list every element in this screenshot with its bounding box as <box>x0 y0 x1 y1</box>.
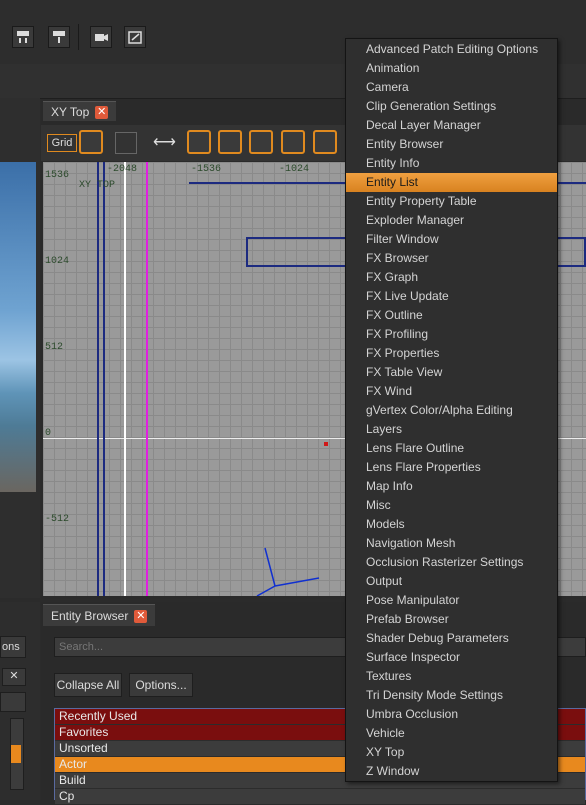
tick-label-x: -1024 <box>279 164 310 175</box>
tab-xy-top[interactable]: XY Top ✕ <box>43 101 117 121</box>
menu-item[interactable]: Surface Inspector <box>346 648 557 667</box>
menu-item[interactable]: Navigation Mesh <box>346 534 557 553</box>
search-placeholder: Search... <box>59 641 104 653</box>
brush-edge-line <box>103 162 105 596</box>
tab-label: Entity Browser <box>51 609 129 623</box>
menu-item[interactable]: Advanced Patch Editing Options <box>346 40 557 59</box>
filter-dropdown[interactable] <box>0 692 26 712</box>
menu-item[interactable]: FX Graph <box>346 268 557 287</box>
grid-toggle-button[interactable]: Grid <box>47 134 77 152</box>
edit-window-icon <box>128 31 142 44</box>
windows-dropdown-menu: Advanced Patch Editing Options Animation… <box>345 38 558 782</box>
menu-item[interactable]: FX Wind <box>346 382 557 401</box>
abc-button[interactable] <box>187 130 211 154</box>
menu-item[interactable]: FX Properties <box>346 344 557 363</box>
menu-item[interactable]: Map Info <box>346 477 557 496</box>
camera-icon <box>95 34 108 41</box>
collapse-all-button[interactable]: Collapse All <box>54 673 122 697</box>
menu-item[interactable]: Filter Window <box>346 230 557 249</box>
menu-item[interactable]: Textures <box>346 667 557 686</box>
menu-item[interactable]: Camera <box>346 78 557 97</box>
patch-up-icon <box>53 31 65 43</box>
scrollbar-thumb[interactable] <box>11 745 21 763</box>
menu-item[interactable]: Occlusion Rasterizer Settings <box>346 553 557 572</box>
grid-label: Grid <box>51 137 73 149</box>
collapse-all-label: Collapse All <box>56 678 120 692</box>
menu-item[interactable]: Layers <box>346 420 557 439</box>
menu-item[interactable]: Decal Layer Manager <box>346 116 557 135</box>
toolbar-separator <box>78 24 79 50</box>
grid-size-dropdown[interactable] <box>115 132 137 154</box>
magenta-guide-line <box>146 162 148 596</box>
menu-item[interactable]: XY Top <box>346 743 557 762</box>
flip-button[interactable]: ⟷ <box>153 133 176 153</box>
patch-up-button[interactable] <box>48 26 70 48</box>
patch-down-button[interactable] <box>12 26 34 48</box>
perspective-sky-image <box>0 162 36 492</box>
clear-button[interactable]: ✕ <box>2 668 26 686</box>
viewport-label: XY TOP <box>79 180 116 191</box>
menu-item[interactable]: Pose Manipulator <box>346 591 557 610</box>
tick-label-y: 0 <box>45 428 52 439</box>
brush-edge-line <box>97 162 99 596</box>
menu-item[interactable]: gVertex Color/Alpha Editing <box>346 401 557 420</box>
menu-item[interactable]: FX Browser <box>346 249 557 268</box>
options-button[interactable]: Options... <box>129 673 193 697</box>
menu-item[interactable]: Animation <box>346 59 557 78</box>
menu-item[interactable]: Exploder Manager <box>346 211 557 230</box>
menu-item[interactable]: Misc <box>346 496 557 515</box>
menu-item[interactable]: Shader Debug Parameters <box>346 629 557 648</box>
menu-item[interactable]: Lens Flare Properties <box>346 458 557 477</box>
left-bottom-panel: ons ✕ <box>0 602 40 800</box>
edit-button[interactable] <box>313 130 337 154</box>
menu-item[interactable]: FX Table View <box>346 363 557 382</box>
tick-label-y: 1536 <box>45 170 70 181</box>
patch-down-icon <box>17 31 29 43</box>
tab-label: XY Top <box>51 105 90 119</box>
menu-item[interactable]: Prefab Browser <box>346 610 557 629</box>
tick-label-y: 1024 <box>45 256 70 267</box>
menu-item[interactable]: Z Window <box>346 762 557 781</box>
menu-item[interactable]: Entity Property Table <box>346 192 557 211</box>
options-dropdown-label: ons <box>2 641 20 653</box>
layout-button[interactable] <box>218 130 242 154</box>
tick-label-y: 512 <box>45 342 64 353</box>
tab-entity-browser[interactable]: Entity Browser ✕ <box>43 604 156 626</box>
close-icon[interactable]: ✕ <box>134 610 148 624</box>
menu-item-selected[interactable]: Entity List <box>346 173 557 192</box>
tick-label-x: -1536 <box>191 164 222 175</box>
menu-item[interactable]: Clip Generation Settings <box>346 97 557 116</box>
menu-item[interactable]: FX Live Update <box>346 287 557 306</box>
entity-marker[interactable] <box>324 442 328 446</box>
edit-window-button[interactable] <box>124 26 146 48</box>
y-axis-line <box>124 162 126 596</box>
menu-item[interactable]: FX Profiling <box>346 325 557 344</box>
menu-item[interactable]: Entity Info <box>346 154 557 173</box>
double-arrow-icon: ⟷ <box>153 134 176 151</box>
menu-item[interactable]: Umbra Occlusion <box>346 705 557 724</box>
grid-snap-button[interactable] <box>79 130 103 154</box>
list-item[interactable]: Cp <box>55 789 585 805</box>
menu-item[interactable]: Entity Browser <box>346 135 557 154</box>
menu-item[interactable]: Tri Density Mode Settings <box>346 686 557 705</box>
prefab-button[interactable] <box>249 130 273 154</box>
menu-item[interactable]: Lens Flare Outline <box>346 439 557 458</box>
options-label: Options... <box>135 678 187 692</box>
menu-item[interactable]: Vehicle <box>346 724 557 743</box>
tick-label-y: -512 <box>45 514 70 525</box>
options-dropdown[interactable]: ons <box>0 636 26 658</box>
close-icon: ✕ <box>9 670 19 682</box>
camera-button[interactable] <box>90 26 112 48</box>
menu-item[interactable]: Models <box>346 515 557 534</box>
tick-label-x: -2048 <box>107 164 138 175</box>
close-icon[interactable]: ✕ <box>95 106 109 120</box>
scrollbar[interactable] <box>10 718 24 790</box>
origin-gizmo <box>256 547 320 596</box>
menu-item[interactable]: FX Outline <box>346 306 557 325</box>
link-button[interactable] <box>281 130 305 154</box>
menu-item[interactable]: Output <box>346 572 557 591</box>
